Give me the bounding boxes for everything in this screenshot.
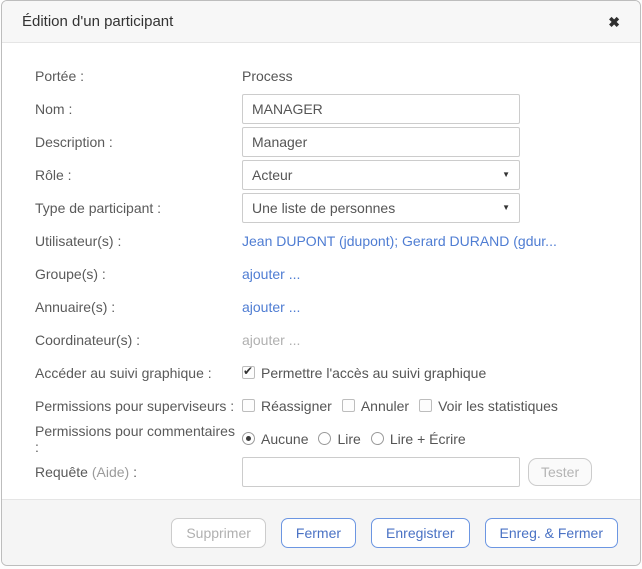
- row-permissions-commentaires: Permissions pour commentaires : Aucune L…: [35, 422, 620, 455]
- aucune-radio-label[interactable]: Aucune: [261, 431, 308, 447]
- description-label: Description :: [35, 134, 242, 150]
- row-coordinateurs: Coordinateur(s) : ajouter ...: [35, 323, 620, 356]
- dialog-footer: Supprimer Fermer Enregistrer Enreg. & Fe…: [2, 499, 640, 565]
- enreg-fermer-button[interactable]: Enreg. & Fermer: [485, 518, 618, 548]
- groupes-label: Groupe(s) :: [35, 266, 242, 282]
- row-role: Rôle : Acteur ▼: [35, 158, 620, 191]
- chevron-down-icon: ▼: [502, 170, 510, 179]
- tester-button[interactable]: Tester: [528, 458, 592, 486]
- aucune-radio[interactable]: [242, 432, 255, 445]
- portee-value: Process: [242, 68, 293, 84]
- dialog-header: Édition d'un participant ✖: [2, 1, 640, 43]
- enregistrer-button[interactable]: Enregistrer: [371, 518, 469, 548]
- row-portee: Portée : Process: [35, 59, 620, 92]
- permissions-superviseurs-label: Permissions pour superviseurs :: [35, 398, 242, 414]
- suivi-graphique-checkbox-label[interactable]: Permettre l'accès au suivi graphique: [261, 365, 486, 381]
- annuler-checkbox-label[interactable]: Annuler: [361, 398, 409, 414]
- annuaires-label: Annuaire(s) :: [35, 299, 242, 315]
- voir-statistiques-checkbox[interactable]: [419, 399, 432, 412]
- requete-label-main: Requête: [35, 464, 92, 480]
- role-label: Rôle :: [35, 167, 242, 183]
- lire-ecrire-radio-label[interactable]: Lire + Écrire: [390, 431, 466, 447]
- annuaires-add-link[interactable]: ajouter ...: [242, 299, 300, 315]
- requete-label-suffix: :: [129, 464, 137, 480]
- lire-ecrire-radio[interactable]: [371, 432, 384, 445]
- requete-label: Requête (Aide) :: [35, 464, 242, 480]
- type-participant-select[interactable]: Une liste de personnes ▼: [242, 193, 520, 223]
- voir-statistiques-checkbox-label[interactable]: Voir les statistiques: [438, 398, 558, 414]
- row-type-participant: Type de participant : Une liste de perso…: [35, 191, 620, 224]
- portee-label: Portée :: [35, 68, 242, 84]
- close-icon[interactable]: ✖: [608, 15, 620, 29]
- row-permissions-superviseurs: Permissions pour superviseurs : Réassign…: [35, 389, 620, 422]
- requete-input[interactable]: [242, 457, 520, 487]
- nom-label: Nom :: [35, 101, 242, 117]
- nom-input[interactable]: [242, 94, 520, 124]
- suivi-graphique-checkbox[interactable]: [242, 366, 255, 379]
- description-input[interactable]: [242, 127, 520, 157]
- edit-participant-dialog: Édition d'un participant ✖ Portée : Proc…: [1, 0, 641, 566]
- utilisateurs-link[interactable]: Jean DUPONT (jdupont); Gerard DURAND (gd…: [242, 233, 557, 249]
- row-suivi-graphique: Accéder au suivi graphique : Permettre l…: [35, 356, 620, 389]
- fermer-button[interactable]: Fermer: [281, 518, 356, 548]
- permissions-commentaires-label: Permissions pour commentaires :: [35, 423, 242, 455]
- row-groupes: Groupe(s) : ajouter ...: [35, 257, 620, 290]
- supprimer-button[interactable]: Supprimer: [171, 518, 266, 548]
- lire-radio-label[interactable]: Lire: [337, 431, 360, 447]
- reassigner-checkbox-label[interactable]: Réassigner: [261, 398, 332, 414]
- type-participant-selected-value: Une liste de personnes: [252, 200, 502, 216]
- suivi-graphique-label: Accéder au suivi graphique :: [35, 365, 242, 381]
- dialog-body: Portée : Process Nom : Description : Rôl…: [2, 43, 640, 499]
- coordinateurs-add-link-disabled: ajouter ...: [242, 332, 300, 348]
- row-utilisateurs: Utilisateur(s) : Jean DUPONT (jdupont); …: [35, 224, 620, 257]
- utilisateurs-label: Utilisateur(s) :: [35, 233, 242, 249]
- dialog-title: Édition d'un participant: [22, 13, 173, 30]
- role-selected-value: Acteur: [252, 167, 502, 183]
- groupes-add-link[interactable]: ajouter ...: [242, 266, 300, 282]
- coordinateurs-label: Coordinateur(s) :: [35, 332, 242, 348]
- requete-aide-link[interactable]: (Aide): [92, 464, 129, 480]
- type-participant-label: Type de participant :: [35, 200, 242, 216]
- role-select[interactable]: Acteur ▼: [242, 160, 520, 190]
- annuler-checkbox[interactable]: [342, 399, 355, 412]
- lire-radio[interactable]: [318, 432, 331, 445]
- row-nom: Nom :: [35, 92, 620, 125]
- row-requete: Requête (Aide) : Tester: [35, 455, 620, 488]
- row-annuaires: Annuaire(s) : ajouter ...: [35, 290, 620, 323]
- chevron-down-icon: ▼: [502, 203, 510, 212]
- row-description: Description :: [35, 125, 620, 158]
- reassigner-checkbox[interactable]: [242, 399, 255, 412]
